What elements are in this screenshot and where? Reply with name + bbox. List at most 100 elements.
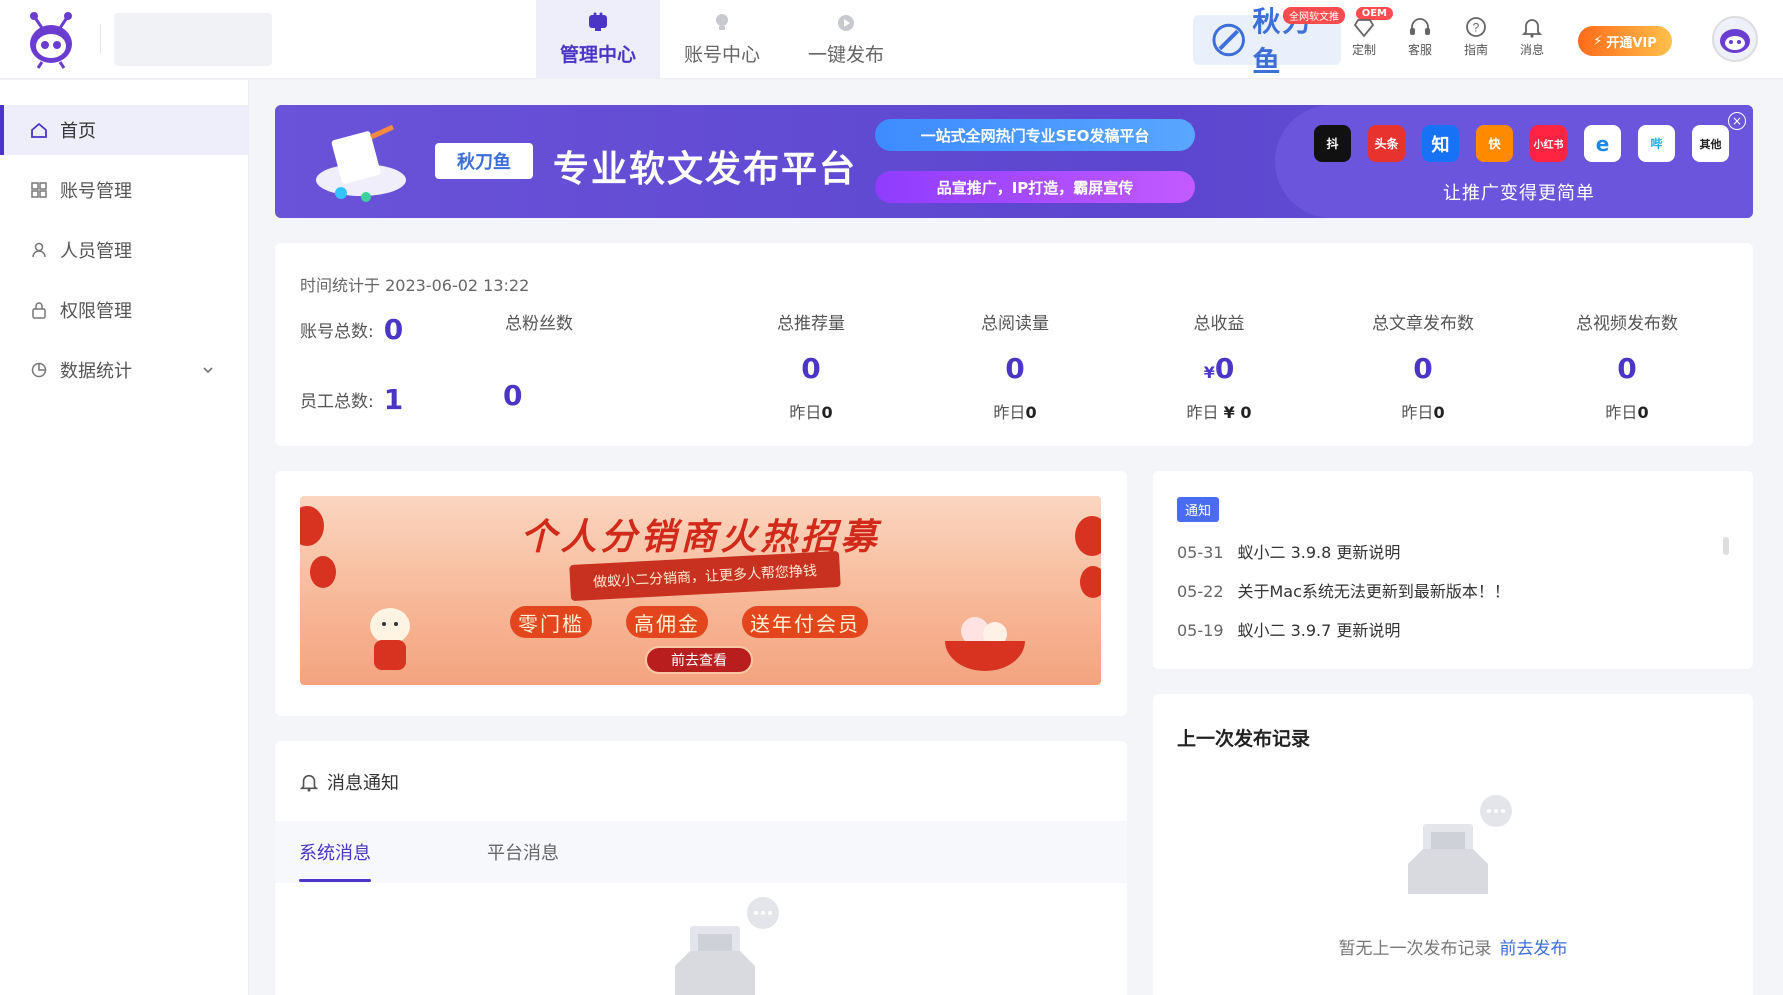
other-platforms-icon: 其他	[1692, 125, 1729, 162]
notice-item[interactable]: 05-22 关于Mac系统无法更新到最新版本！！	[1177, 578, 1510, 602]
staff-total-value: 1	[383, 383, 404, 416]
notice-card: 通知 05-31 蚁小二 3.9.8 更新说明 05-22 关于Mac系统无法更新到…	[1153, 471, 1753, 669]
empty-inbox-icon	[1408, 795, 1512, 894]
close-icon[interactable]: ×	[1728, 112, 1746, 130]
stat-revenue: 总收益 ¥0 昨日 ¥ 0	[1119, 309, 1319, 423]
app-logo-icon[interactable]	[24, 10, 78, 70]
stat-label: 总收益	[1193, 314, 1245, 334]
support-button[interactable]: 客服	[1398, 16, 1442, 58]
last-publish-empty: 暂无上一次发布记录 前去发布	[1153, 934, 1753, 959]
stat-label: 总推荐量	[777, 314, 845, 334]
stat-label: 总文章发布数	[1372, 314, 1474, 334]
stat-recommend: 总推荐量 0 昨日0	[711, 309, 911, 423]
toutiao-icon: 头条	[1368, 125, 1405, 162]
stat-videos: 总视频发布数 0 昨日0	[1527, 309, 1727, 423]
sidebar-item-label: 首页	[60, 121, 96, 142]
zhihu-icon: 知	[1422, 125, 1459, 162]
banner-logo-text: 秋刀鱼	[457, 152, 511, 173]
stats-card: 时间统计于 2023-06-02 13:22 账号总数: 0 员工总数: 1 总…	[275, 243, 1753, 446]
custom-button[interactable]: 定制	[1342, 16, 1386, 58]
yesterday-label: 昨日	[993, 403, 1026, 422]
stat-value: ¥0	[1119, 352, 1319, 385]
notice-item[interactable]: 05-31 蚁小二 3.9.8 更新说明	[1177, 539, 1400, 563]
tab-account-center[interactable]: 账号中心	[660, 0, 784, 79]
messages-tabs: 系统消息 平台消息	[275, 821, 1127, 883]
lightning-icon: ⚡	[1593, 33, 1603, 49]
banner-illustration-icon	[311, 124, 411, 205]
promo-banner[interactable]: 秋刀鱼 专业软文发布平台 一站式全网热门专业SEO发稿平台 品宣推广，IP打造，…	[275, 105, 1753, 218]
notice-text: 关于Mac系统无法更新到最新版本！！	[1237, 582, 1510, 601]
kuaishou-icon: 快	[1476, 125, 1513, 162]
promo-title: 个人分销商火热招募	[520, 516, 881, 558]
sidebar-item-label: 数据统计	[60, 361, 132, 382]
tab-one-click-publish[interactable]: 一键发布	[784, 0, 908, 79]
vip-button[interactable]: ⚡ 开通VIP	[1578, 26, 1672, 56]
yesterday-label: 昨日	[1186, 403, 1224, 422]
sidebar-item-label: 账号管理	[60, 181, 132, 202]
tab-platform-messages[interactable]: 平台消息	[487, 839, 559, 865]
perk-badge: 送年付会员	[742, 606, 868, 638]
tab-management-center[interactable]: 管理中心	[536, 0, 660, 79]
ox-mascot-icon	[370, 608, 410, 670]
sidebar-item-label: 人员管理	[60, 241, 132, 262]
user-icon	[32, 242, 46, 258]
stat-value: 0	[1617, 352, 1637, 385]
revenue-value: 0	[1214, 352, 1235, 385]
yesterday-value: ¥ 0	[1223, 403, 1252, 422]
go-publish-link[interactable]: 前去发布	[1500, 939, 1568, 959]
monitor-icon	[589, 12, 607, 31]
brand-logo-icon	[1212, 23, 1245, 57]
distributor-promo-card: 个人分销商火热招募 做蚁小二分销商，让更多人帮您挣钱 零门槛 高佣金 送年付会员…	[275, 471, 1127, 716]
fans-total-value: 0	[503, 379, 523, 412]
yesterday-value: 0	[1637, 403, 1649, 422]
stat-yesterday: 昨日0	[915, 399, 1115, 423]
stat-yesterday: 昨日0	[1527, 399, 1727, 423]
lantern-icon	[310, 556, 336, 588]
help-icon: ?	[1466, 17, 1486, 37]
fans-total-label: 总粉丝数	[505, 314, 573, 334]
bilibili-icon: 哔	[1638, 125, 1675, 162]
sidebar-item-statistics[interactable]: 数据统计	[0, 345, 249, 395]
douyin-icon: 抖	[1314, 125, 1351, 162]
accounts-total-label: 账号总数:	[300, 322, 374, 342]
yesterday-label: 昨日	[1605, 403, 1638, 422]
perk-badge: 零门槛	[510, 606, 592, 638]
yesterday-value: 0	[1433, 403, 1445, 422]
notice-scrollbar[interactable]	[1723, 537, 1729, 555]
sidebar-item-accounts[interactable]: 账号管理	[0, 165, 249, 215]
tool-label: 客服	[1407, 43, 1432, 57]
browser-icon: e	[1584, 125, 1621, 162]
currency-symbol: ¥	[1203, 363, 1215, 382]
notice-item[interactable]: 05-19 蚁小二 3.9.7 更新说明	[1177, 617, 1400, 641]
tab-system-messages[interactable]: 系统消息	[299, 839, 371, 882]
brand-badge[interactable]: 秋刀鱼 全网软文推 OEM	[1193, 5, 1393, 78]
sidebar-item-home[interactable]: 首页	[0, 105, 249, 155]
tab-label: 一键发布	[807, 44, 884, 66]
brand-tag: 全网软文推	[1283, 7, 1345, 24]
empty-inbox-icon	[675, 897, 779, 995]
diamond-icon	[1353, 19, 1375, 38]
promo-perks: 零门槛 高佣金 送年付会员	[510, 606, 868, 638]
sidebar-item-label: 权限管理	[60, 301, 132, 322]
guide-button[interactable]: ? 指南	[1454, 16, 1498, 58]
stat-label: 总视频发布数	[1576, 314, 1678, 334]
avatar[interactable]	[1712, 16, 1758, 62]
sidebar-item-permissions[interactable]: 权限管理	[0, 285, 249, 335]
top-nav: 管理中心 账号中心 一键发布	[536, 0, 908, 79]
yesterday-value: 0	[1025, 403, 1037, 422]
messages-button[interactable]: 消息	[1510, 16, 1554, 58]
yesterday-value: 0	[821, 403, 833, 422]
sidebar-item-staff[interactable]: 人员管理	[0, 225, 249, 275]
banner-headline: 专业软文发布平台	[553, 149, 858, 190]
stat-articles: 总文章发布数 0 昨日0	[1323, 309, 1523, 423]
tool-label: 定制	[1351, 43, 1376, 57]
svg-text:?: ?	[1473, 21, 1480, 35]
distributor-promo-image[interactable]: 个人分销商火热招募 做蚁小二分销商，让更多人帮您挣钱 零门槛 高佣金 送年付会员…	[300, 496, 1101, 685]
promo-view-button[interactable]: 前去查看	[645, 646, 753, 674]
lock-icon	[32, 302, 46, 319]
grid-icon	[31, 182, 47, 198]
robot-avatar-icon	[1720, 29, 1750, 53]
yesterday-label: 昨日	[789, 403, 822, 422]
notice-text: 蚁小二 3.9.8 更新说明	[1237, 543, 1401, 562]
stat-reads: 总阅读量 0 昨日0	[915, 309, 1115, 423]
